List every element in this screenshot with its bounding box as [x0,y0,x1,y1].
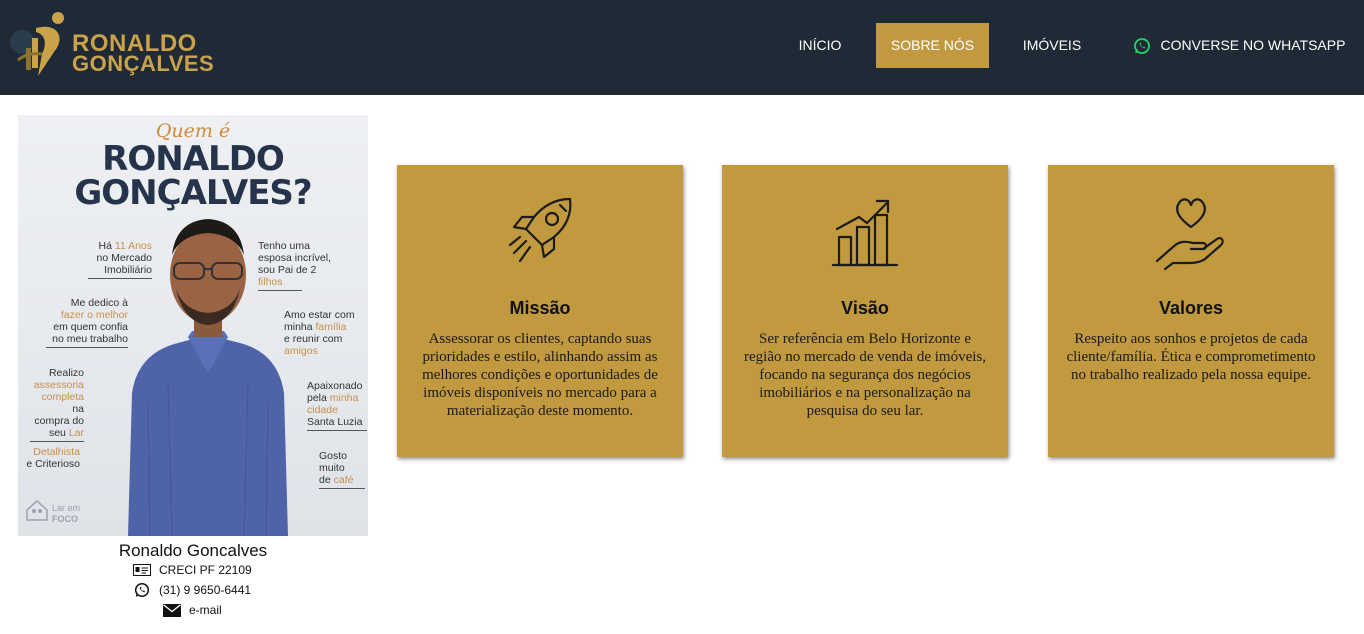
lar-em-foco-logo: Lar em FOCO [24,495,94,529]
fact-text: em quem confia [53,321,128,333]
poster-fact-dedico: Me dedico à fazer o melhor em quem confi… [46,297,128,348]
card-icon-wrap [397,191,683,271]
poster-fact-anos: Há 11 Anos no Mercado Imobiliário [88,240,152,279]
email-link[interactable]: e-mail [189,603,222,617]
fact-highlight: amigos [284,345,318,357]
logo-mark-icon [10,12,64,76]
fact-text: e reunir com [284,333,343,345]
fact-text: Há [98,240,115,252]
rocket-icon [508,197,572,263]
heart-hand-icon [1155,198,1224,271]
brand-logo[interactable]: RONALDO GONÇALVES [8,8,214,82]
nav-whatsapp[interactable]: CONVERSE NO WHATSAPP [1126,23,1352,68]
card-icon-wrap [722,191,1008,271]
fact-underline [88,278,152,279]
fact-highlight: completa [41,391,84,403]
whatsapp-phone-icon [133,582,151,598]
poster-fact-amigos: Amo estar com minha família e reunir com… [284,309,364,357]
envelope-icon [163,603,181,617]
brand-name: RONALDO GONÇALVES [72,32,215,76]
fact-highlight: família [315,321,347,333]
fact-text: e Criterioso [26,458,80,470]
site-header: RONALDO GONÇALVES INÍCIO SOBRE NÓS IMÓVE… [0,0,1364,95]
fact-highlight: cidade [307,404,338,416]
nav-imoveis[interactable]: IMÓVEIS [1012,23,1092,68]
growth-chart-icon [831,199,899,267]
fact-text: Santa Luzia [307,416,363,428]
phone-row[interactable]: (31) 9 9650-6441 [133,581,251,599]
poster-fact-cidade: Apaixonado pela minha cidade Santa Luzia [307,380,367,431]
card-text: Assessorar os clientes, captando suas pr… [422,331,658,419]
fact-text: no Mercado [96,252,152,264]
fact-highlight: café [333,474,354,486]
card-text: Ser referência em Belo Horizonte e regiã… [744,331,986,419]
fact-highlight: 11 Anos [114,240,152,252]
fact-text: no meu trabalho [52,333,128,345]
card-title: Valores [1158,298,1224,318]
poster-fact-assessoria: Realizo assessoria completa na compra do… [30,367,84,442]
fact-text: na [72,403,84,415]
brand-line-2: GONÇALVES [72,51,215,76]
fact-underline [307,430,367,431]
fact-highlight: Detalhista [33,446,80,458]
fact-highlight: Lar [68,427,84,439]
lar-house-icon [26,499,48,521]
fact-text: muito [319,462,345,474]
poster-fact-familia: Tenho uma esposa incrível, sou Pai de 2 … [258,240,338,291]
agent-name: Ronaldo Goncalves [118,541,268,560]
fact-text: sou Pai de 2 [258,264,317,276]
fact-text: minha [284,321,316,333]
fact-text: Amo estar com [284,309,355,321]
fact-underline [319,488,365,489]
fact-text: Gosto [319,450,348,462]
fact-text: Me dedico à [70,297,128,309]
card-title: Visão [841,298,889,318]
nav-sobre-nos[interactable]: SOBRE NÓS [876,23,989,68]
phone-text[interactable]: (31) 9 9650-6441 [159,583,251,597]
fact-text: Imobiliário [104,264,152,276]
creci-text: CRECI PF 22109 [159,563,252,577]
fact-underline [258,290,302,291]
fact-underline [46,347,128,348]
profile-poster-image: Quem é RONALDO GONÇALVES? Há 11 Anos no … [18,115,368,536]
poster-fact-detalhista: Detalhista e Criterioso [22,446,80,470]
fact-text: Tenho uma [258,240,310,252]
card-visao: Visão Ser referência em Belo Horizonte e… [722,165,1008,457]
fact-underline [30,441,84,442]
fact-highlight: filhos [258,276,283,288]
fact-text: Apaixonado [307,380,363,392]
creci-row: CRECI PF 22109 [133,561,252,579]
card-title: Missão [509,298,571,318]
fact-text: compra do [34,415,84,427]
whatsapp-label: CONVERSE NO WHATSAPP [1160,37,1346,53]
poster-fact-cafe: Gosto muito de café [319,450,365,489]
card-icon-wrap [1048,191,1334,271]
email-row[interactable]: e-mail [163,601,222,619]
lar-logo-text-1: Lar em [52,503,81,513]
fact-text: de [319,474,334,486]
fact-text: pela [307,392,330,404]
fact-highlight: fazer o melhor [60,309,128,321]
nav-inicio[interactable]: INÍCIO [786,23,854,68]
lar-logo-text-2: FOCO [52,514,78,524]
fact-text: esposa incrível, [258,252,331,264]
fact-text: Realizo [48,367,84,379]
fact-text: seu [48,427,69,439]
fact-highlight: assessoria [33,379,84,391]
id-card-icon [133,563,151,577]
card-valores: Valores Respeito aos sonhos e projetos d… [1048,165,1334,457]
card-text: Respeito aos sonhos e projetos de cada c… [1066,331,1316,383]
whatsapp-icon [1133,38,1150,55]
fact-highlight: minha [329,392,359,404]
card-missao: Missão Assessorar os clientes, captando … [397,165,683,457]
